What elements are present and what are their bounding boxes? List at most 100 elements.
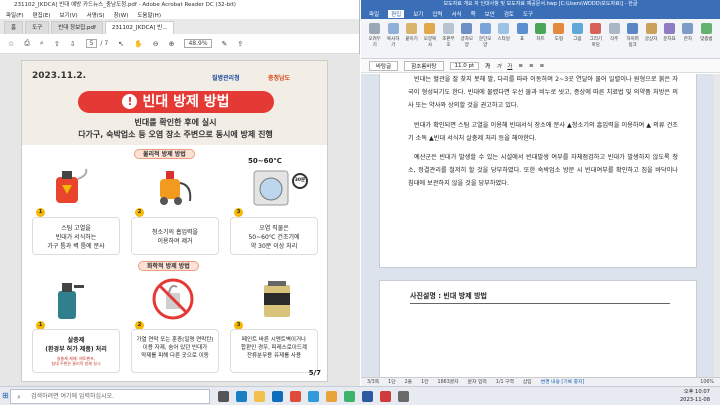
word-icon[interactable] xyxy=(362,391,373,402)
vertical-scrollbar[interactable] xyxy=(714,74,720,377)
underline-icon[interactable]: 가 xyxy=(507,62,512,70)
paste-button[interactable]: 붙이기 xyxy=(404,21,419,42)
char-shape-button[interactable]: 글자모양 xyxy=(459,21,474,48)
hwp-menu-security[interactable]: 보안 xyxy=(485,10,495,18)
style-icon xyxy=(498,23,510,34)
brush-icon xyxy=(424,23,436,34)
hwp-menu-insert[interactable]: 입력 xyxy=(432,10,442,18)
chrome-icon[interactable] xyxy=(326,391,337,402)
print-icon[interactable]: ⎙ xyxy=(24,39,30,48)
poster-page-number: 5/7 xyxy=(308,369,321,377)
hanja-button[interactable]: 한자 xyxy=(680,21,695,42)
task-view-icon[interactable] xyxy=(218,391,229,402)
page-down-icon[interactable]: ⇩ xyxy=(70,40,76,48)
star-icon[interactable]: ☆ xyxy=(8,40,14,48)
menu-sign[interactable]: 서명(S) xyxy=(87,11,105,19)
hwp-menu-review[interactable]: 검토 xyxy=(504,10,514,18)
control-code-button[interactable]: 조판부호 xyxy=(441,21,456,48)
symbol-button[interactable]: 문자표 xyxy=(662,21,677,42)
hwp-taskbar-icon[interactable] xyxy=(308,391,319,402)
format-painter-button[interactable]: 모양복사 xyxy=(422,21,437,48)
textbox-icon xyxy=(645,23,657,34)
zoom-in-icon[interactable]: ⊕ xyxy=(169,40,175,48)
chemical-card-1-text: 살충제 (환경부 허가 제품) 처리 xyxy=(45,337,107,353)
document-page-1: 빈대는 혈관을 잘 찾지 못해 팔, 다리를 따라 이동하며 2~3곳 연달아 … xyxy=(379,74,697,268)
menu-window[interactable]: 창(W) xyxy=(114,11,129,19)
menu-view[interactable]: 보기(V) xyxy=(59,11,77,19)
style-button[interactable]: 스타일 xyxy=(496,21,511,42)
taskbar-clock[interactable]: 오후 10:07 2023-11-08 xyxy=(680,388,710,404)
file-explorer-icon[interactable] xyxy=(254,391,265,402)
store-icon[interactable] xyxy=(272,391,283,402)
tab-tools[interactable]: 도구 xyxy=(25,21,50,34)
page-input[interactable]: 5 xyxy=(85,39,98,48)
hwp-menu-page[interactable]: 쪽 xyxy=(471,10,476,18)
clipart-icon xyxy=(590,23,602,34)
physical-card-2: 청소기의 흡입력을 이용하여 제거 xyxy=(131,217,219,255)
chemical-card-3: 페인트 바른 시멘트벽이거나 합판인 경우, 피레스로이드계 잔류분무용 유제를… xyxy=(230,329,318,373)
document-area[interactable]: 빈대는 혈관을 잘 찾지 못해 팔, 다리를 따라 이동하며 2~3곳 연달아 … xyxy=(361,74,720,377)
paste-icon xyxy=(406,23,418,34)
hwp-statusbar: 3/3쪽 1단 2줄 1칸 1863글자 문자 입력 1/1 구역 삽입 변경 … xyxy=(361,377,720,386)
symbol-icon xyxy=(663,23,675,34)
hand-icon[interactable]: ✋ xyxy=(134,40,143,48)
cursor-icon[interactable]: ↖ xyxy=(118,40,124,48)
zoom-out-icon[interactable]: ⊖ xyxy=(153,40,159,48)
align-right-icon[interactable]: ≡ xyxy=(540,63,545,69)
menu-help[interactable]: 도움말(H) xyxy=(137,11,161,19)
hwp-menu-view[interactable]: 보기 xyxy=(413,10,423,18)
menu-file[interactable]: 파일(F) xyxy=(6,11,24,19)
hwp-menu-file[interactable]: 파일 xyxy=(369,10,379,18)
page-up-icon[interactable]: ⇧ xyxy=(54,40,60,48)
app-icon[interactable] xyxy=(344,391,355,402)
tab-home[interactable]: 홈 xyxy=(4,21,24,34)
share-icon[interactable]: ⇪ xyxy=(237,40,243,48)
tab-doc-2[interactable]: 231102_[KDCA] 빈... xyxy=(104,21,175,34)
table-button[interactable]: 표 xyxy=(514,21,529,42)
windows-start-icon[interactable]: ⊞ xyxy=(2,391,9,402)
textbox-button[interactable]: 글상자 xyxy=(643,21,658,42)
hwp-menu-tools[interactable]: 도구 xyxy=(523,10,533,18)
pdf-viewer[interactable]: 2023.11.2. 질병관리청 충청남도 ! 빈대 방제 방법 빈대를 확인한 … xyxy=(0,54,360,386)
cut-button[interactable]: 오려두기 xyxy=(367,21,382,48)
photo-caption: 사진설명 : 빈대 방제 방법 xyxy=(410,291,670,304)
hyperlink-button[interactable]: 하이퍼링크 xyxy=(625,21,640,48)
acrobat-taskbar-icon[interactable] xyxy=(290,391,301,402)
settings-icon[interactable] xyxy=(398,391,409,402)
poster-title: 빈대 방제 방법 xyxy=(142,94,230,110)
chemical-label: 화학적 방제 방법 xyxy=(138,261,199,271)
edge-icon[interactable] xyxy=(236,391,247,402)
picture-button[interactable]: 그림 xyxy=(570,21,585,42)
para-shape-button[interactable]: 문단모양 xyxy=(478,21,493,48)
bold-icon[interactable]: 가 xyxy=(485,62,490,70)
style-select[interactable]: 바탕글 xyxy=(369,60,399,71)
taskbar-search[interactable]: ⌕ 검색하려면 여기에 입력하십시오. xyxy=(10,389,210,404)
clipart-button[interactable]: 그리기마당 xyxy=(588,21,603,48)
footnote-button[interactable]: 각주 xyxy=(606,21,621,42)
tab-doc-1[interactable]: 빈대 정보집.pdf xyxy=(51,21,103,34)
chart-icon xyxy=(535,23,546,34)
spellcheck-button[interactable]: 맞춤법 xyxy=(699,21,714,42)
ppt-icon[interactable] xyxy=(380,391,391,402)
chemical-card-1: 살충제 (환경부 허가 제품) 처리 살충제 제제: 에토펜프, 침대 주변은 물… xyxy=(32,329,120,373)
chart-button[interactable]: 차트 xyxy=(533,21,548,42)
shape-button[interactable]: 도형 xyxy=(551,21,566,42)
chart-label: 차트 xyxy=(536,37,545,42)
residual-spray-can-icon xyxy=(264,281,290,317)
font-size-select[interactable]: 11.0 pt xyxy=(449,61,480,70)
search-icon[interactable]: ⌕ xyxy=(40,39,44,48)
paragraph-1: 빈대는 혈관을 잘 찾지 못해 팔, 다리를 따라 이동하며 2~3곳 연달아 … xyxy=(408,76,678,110)
italic-icon[interactable]: 가 xyxy=(496,62,501,70)
paragraph-3: 예산군은 빈대가 발생할 수 있는 시설에서 빈대발생 여부를 자체점검하고 빈… xyxy=(408,154,678,188)
search-icon: ⌕ xyxy=(17,393,21,401)
hwp-menu-edit[interactable]: 편집 xyxy=(388,10,405,18)
copy-button[interactable]: 복사하기 xyxy=(385,21,400,48)
align-left-icon[interactable]: ≡ xyxy=(518,63,523,69)
hwp-menu-format[interactable]: 서식 xyxy=(452,10,462,18)
font-select[interactable]: 함초롬바탕 xyxy=(404,60,444,71)
document-body[interactable]: 빈대는 혈관을 잘 찾지 못해 팔, 다리를 따라 이동하며 2~3곳 연달아 … xyxy=(408,74,678,197)
zoom-field[interactable]: 48.9% xyxy=(184,39,212,48)
comment-icon[interactable]: ✎ xyxy=(222,40,228,48)
menu-edit[interactable]: 편집(E) xyxy=(33,11,51,19)
align-center-icon[interactable]: ≡ xyxy=(529,63,534,69)
